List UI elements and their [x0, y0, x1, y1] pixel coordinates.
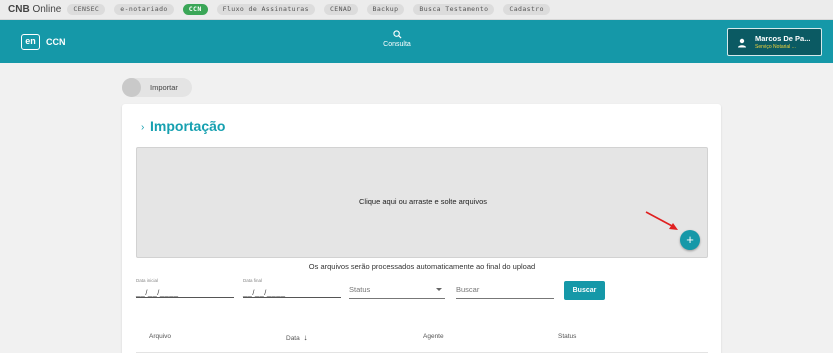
- system-tab-cenad[interactable]: CENAD: [323, 4, 358, 15]
- upload-hint: Os arquivos serão processados automatica…: [308, 262, 536, 271]
- search-button[interactable]: Buscar: [564, 281, 605, 300]
- app-logo[interactable]: en: [21, 34, 40, 50]
- page-title: Importação: [150, 118, 226, 134]
- user-name: Marcos De Pa...: [755, 34, 811, 43]
- system-tab-fluxo-de-assinaturas[interactable]: Fluxo de Assinaturas: [216, 4, 315, 15]
- arrow-annotation-icon: [645, 211, 678, 230]
- system-tab-censec[interactable]: CENSEC: [67, 4, 106, 15]
- column-header-data-label: Data: [286, 335, 300, 342]
- date-start-input[interactable]: __/__/____: [136, 284, 234, 298]
- chevron-right-icon: ›: [141, 122, 145, 133]
- column-header-data[interactable]: Data ↓: [286, 333, 308, 342]
- date-end-label: Data final: [243, 278, 263, 283]
- search-placeholder: Buscar: [456, 285, 480, 294]
- user-office: Serviço Notarial ...: [755, 44, 796, 50]
- column-header-arquivo[interactable]: Arquivo: [149, 333, 171, 340]
- date-end-input[interactable]: __/__/____: [243, 284, 341, 298]
- system-tab-cadastro[interactable]: Cadastro: [503, 4, 550, 15]
- breadcrumb-avatar: [122, 78, 141, 97]
- system-bar: CNB Online CENSEC e-notariado CCN Fluxo …: [0, 0, 833, 20]
- system-tab-busca-testamento[interactable]: Busca Testamento: [413, 4, 495, 15]
- sort-down-icon: ↓: [303, 333, 308, 342]
- nav-consulta[interactable]: Consulta: [380, 30, 414, 48]
- file-dropzone[interactable]: Clique aqui ou arraste e solte arquivos: [136, 147, 708, 258]
- date-start-label: Data inicial: [136, 278, 159, 283]
- column-header-agente[interactable]: Agente: [423, 333, 444, 340]
- search-icon: [392, 30, 402, 39]
- nav-consulta-label: Consulta: [383, 41, 411, 48]
- system-tab-ccn[interactable]: CCN: [182, 4, 208, 15]
- breadcrumb-label: Importar: [150, 83, 178, 92]
- column-header-status[interactable]: Status: [558, 333, 576, 340]
- app-header: en CCN Consulta Marcos De Pa... Serviço …: [0, 20, 833, 63]
- dropdown-caret-icon: [436, 288, 442, 291]
- search-input[interactable]: Buscar: [456, 285, 554, 299]
- system-tab-e-notariado[interactable]: e-notariado: [114, 4, 174, 15]
- status-select[interactable]: Status: [349, 285, 445, 299]
- add-file-button[interactable]: +: [680, 230, 700, 250]
- dropzone-text: Clique aqui ou arraste e solte arquivos: [359, 197, 487, 206]
- status-placeholder: Status: [349, 285, 371, 294]
- system-tab-backup[interactable]: Backup: [366, 4, 405, 15]
- app-name: CCN: [46, 37, 66, 47]
- user-icon: [738, 38, 746, 48]
- breadcrumb-importar[interactable]: Importar: [122, 78, 192, 97]
- system-brand: CNB Online: [8, 4, 62, 15]
- plus-icon: +: [686, 232, 694, 247]
- user-menu[interactable]: Marcos De Pa... Serviço Notarial ...: [727, 28, 822, 56]
